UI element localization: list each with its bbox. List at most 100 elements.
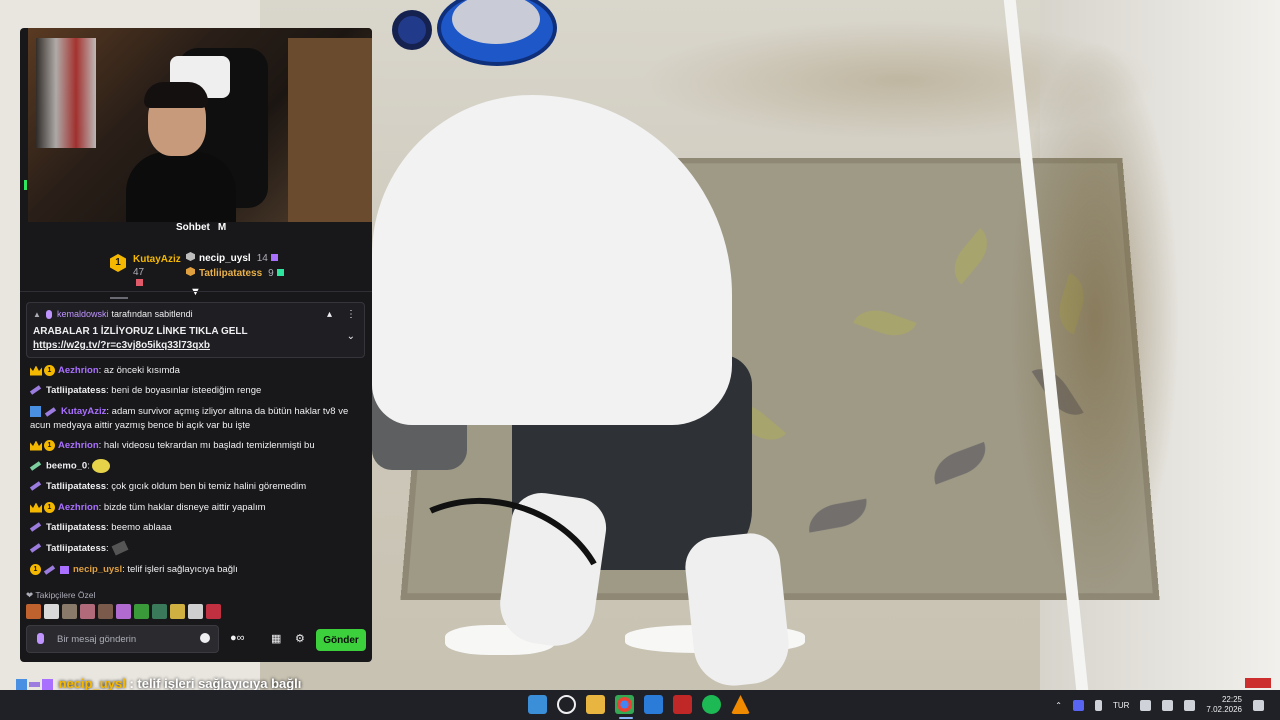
chat-text: : beni de boyasınlar isteediğim renge — [106, 385, 262, 396]
leaderboard-first[interactable]: 1 KutayAziz 47 — [110, 254, 181, 286]
mic-tray-icon[interactable] — [1094, 699, 1102, 711]
start-icon[interactable] — [528, 695, 547, 714]
clock-date: 7.02.2026 — [1206, 705, 1242, 714]
wand-badge-icon — [29, 461, 42, 471]
wand-badge-icon — [43, 564, 56, 575]
gift-icon — [270, 254, 278, 261]
chat-username[interactable]: Aezhrion — [58, 440, 99, 451]
emote-icon[interactable] — [80, 604, 95, 619]
spotify-icon[interactable] — [702, 695, 721, 714]
bronze-badge-icon — [186, 267, 195, 276]
emoji-picker-icon[interactable] — [200, 633, 210, 643]
prime-badge-icon — [30, 406, 41, 417]
voice-app-icon[interactable] — [673, 695, 692, 714]
emote-icon[interactable] — [26, 604, 41, 619]
wand-badge-icon — [29, 682, 40, 688]
emote-icon[interactable] — [170, 604, 185, 619]
chat-username[interactable]: necip_uysl — [73, 564, 122, 575]
discord-icon[interactable] — [1072, 699, 1084, 711]
clothes-rack — [36, 38, 96, 148]
youtube-icon — [1245, 678, 1271, 688]
chat-text: : adam survivor açmış izliyor altına da … — [106, 406, 349, 418]
streamer — [126, 82, 246, 222]
chrome-icon[interactable] — [615, 695, 634, 714]
network-icon[interactable] — [1140, 699, 1152, 711]
send-button[interactable]: Gönder — [316, 629, 366, 651]
chat-username[interactable]: beemo_0 — [46, 461, 87, 472]
chat-text: : — [106, 543, 109, 554]
notifications-icon[interactable] — [1253, 699, 1264, 711]
ticker-text: : telif işleri sağlayıcıya bağlı — [125, 676, 302, 691]
more-options-icon[interactable]: ⋮ — [346, 309, 356, 320]
chat-message[interactable]: 1 Aezhrion: bizde tüm haklar disneye aitt… — [30, 502, 266, 513]
chat-username[interactable]: Aezhrion — [58, 365, 99, 376]
chat-username[interactable]: KutayAziz — [61, 406, 106, 417]
emote-icon[interactable] — [116, 604, 131, 619]
chat-message[interactable]: Tatliipatatess: — [29, 540, 129, 556]
photos-icon[interactable] — [644, 695, 663, 714]
chat-message[interactable]: 1 Aezhrion: az önceki kısımda — [30, 365, 180, 376]
cam-label-text: Sohbet — [176, 222, 210, 233]
pinned-by-user[interactable]: kemaldowski — [57, 309, 109, 319]
chat-text: : beemo ablaaa — [106, 522, 172, 533]
chat-username[interactable]: Tatliipatatess — [46, 481, 106, 492]
chat-message[interactable]: Tatliipatatess: beemo ablaaa — [29, 522, 172, 533]
collapse-leaderboard-icon[interactable]: ▼ — [190, 286, 201, 298]
emote-icon[interactable] — [98, 604, 113, 619]
wand-badge-icon — [29, 543, 42, 554]
leaderboard-second[interactable]: necip_uysl 14 — [186, 252, 278, 264]
pinned-message-text: ARABALAR 1 İZLİYORUZ LİNKE TIKLA GELL — [33, 326, 248, 337]
chat-message[interactable]: 1 necip_uysl: telif işleri sağlayıcıya ba… — [30, 564, 238, 575]
vlc-icon[interactable] — [731, 695, 750, 714]
pin-icon: ▲ — [33, 310, 41, 319]
unpin-icon[interactable]: ▴ — [327, 309, 332, 320]
crown-badge-icon — [30, 502, 42, 513]
search-icon[interactable] — [557, 695, 576, 714]
tier-badge-icon: 1 — [44, 440, 55, 451]
chat-username[interactable]: Aezhrion — [58, 502, 99, 513]
chat-input[interactable] — [57, 630, 187, 648]
gift-badge-icon — [60, 565, 69, 574]
wand-badge-icon — [29, 481, 42, 492]
language-indicator[interactable]: TUR — [1113, 701, 1129, 710]
points-icon[interactable]: ●∞ — [230, 632, 245, 644]
chat-message[interactable]: KutayAziz: adam survivor açmış izliyor a… — [30, 406, 348, 417]
battery-icon[interactable] — [1184, 699, 1196, 711]
system-tray: ⌃ TUR 22:25 7.02.2026 — [1055, 690, 1264, 720]
rank-badge: 1 — [110, 254, 126, 272]
pinned-by-text: tarafından sabitlendi — [111, 309, 193, 319]
crown-badge-icon — [30, 440, 42, 451]
leader-name: necip_uysl — [199, 253, 251, 264]
chat-username[interactable]: Tatliipatatess — [46, 543, 106, 554]
leaderboard-third[interactable]: Tatliipatatess 9 — [186, 267, 284, 279]
mic-icon[interactable] — [37, 633, 44, 644]
emote-icon[interactable] — [44, 604, 59, 619]
chat-text: : az önceki kısımda — [98, 365, 180, 377]
settings-gear-icon[interactable]: ⚙ — [295, 632, 305, 645]
chat-message[interactable]: Tatliipatatess: beni de boyasınlar istee… — [29, 385, 262, 396]
chat-username[interactable]: Tatliipatatess — [46, 522, 106, 533]
emotes-label: ❤ Takipçilere Özel — [26, 590, 96, 600]
emote-icon[interactable] — [134, 604, 149, 619]
live-indicator — [24, 180, 27, 190]
file-explorer-icon[interactable] — [586, 695, 605, 714]
clock[interactable]: 22:25 7.02.2026 — [1206, 695, 1242, 715]
taskbar: ⌃ TUR 22:25 7.02.2026 — [0, 690, 1280, 720]
leaf-pattern — [944, 228, 998, 285]
store-icon[interactable]: ▦ — [271, 632, 281, 645]
expand-pinned-icon[interactable]: ⌄ — [347, 331, 355, 342]
resize-handle[interactable] — [110, 297, 128, 299]
emote-icon[interactable] — [188, 604, 203, 619]
dirt-stain — [1010, 40, 1180, 600]
emote-icon[interactable] — [152, 604, 167, 619]
chat-message[interactable]: 1 Aezhrion: halı videosu tekrardan mı baş… — [30, 440, 315, 451]
chat-message[interactable]: Tatliipatatess: çok gıcık oldum ben bi t… — [29, 481, 306, 492]
emote-icon[interactable] — [62, 604, 77, 619]
pinned-link[interactable]: https://w2g.tv/?r=c3vj8o5ikq33l73qxb — [33, 340, 210, 351]
chat-message[interactable]: beemo_0: — [29, 459, 111, 473]
volume-icon[interactable] — [1162, 699, 1174, 711]
chat-username[interactable]: Tatliipatatess — [46, 385, 106, 396]
emote-icon[interactable] — [206, 604, 221, 619]
tray-overflow-icon[interactable]: ⌃ — [1055, 701, 1062, 710]
ticker-username: necip_uysl — [58, 676, 126, 691]
